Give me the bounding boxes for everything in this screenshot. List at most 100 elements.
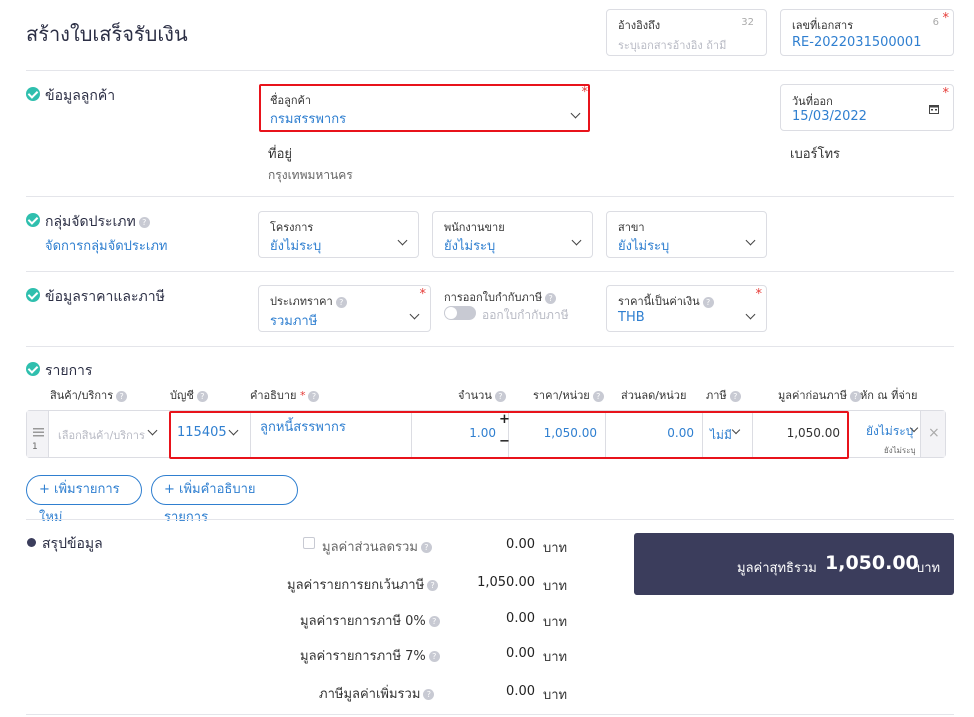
tax-invoice-toggle[interactable] (444, 306, 476, 320)
product-placeholder[interactable]: เลือกสินค้า/บริการ (58, 426, 145, 444)
col-account: บัญชี? (170, 386, 208, 404)
net-total-currency: บาท (916, 561, 941, 576)
doc-number-field[interactable]: เลขที่เอกสาร 6 * RE-2022031500001 (780, 9, 954, 56)
issue-date-field[interactable]: วันที่ออก * 15/03/2022 (780, 84, 954, 131)
project-label: โครงการ (270, 221, 314, 234)
help-icon: ? (196, 390, 208, 402)
currency-unit: บาท (543, 541, 568, 556)
col-qty: จำนวน? (458, 386, 506, 404)
divider (26, 519, 954, 520)
check-icon (26, 288, 40, 302)
currency-value: THB (618, 310, 645, 325)
salesperson-value: ยังไม่ระบุ (444, 239, 496, 254)
remove-row-button[interactable]: × (921, 411, 945, 457)
discount-total-value: 0.00 (506, 537, 535, 552)
currency-unit: บาท (543, 579, 568, 594)
help-icon: ? (420, 542, 432, 553)
divider (26, 70, 954, 71)
reference-field[interactable]: อ้างอิงถึง 32 ระบุเอกสารอ้างอิง ถ้ามี (606, 9, 767, 56)
branch-label: สาขา (618, 221, 645, 234)
plus-icon: + (39, 482, 55, 497)
help-icon: ? (545, 292, 557, 304)
branch-select[interactable]: สาขา ยังไม่ระบุ (606, 211, 767, 258)
plus-icon: + (164, 482, 180, 497)
salesperson-label: พนักงานขาย (444, 221, 505, 234)
currency-unit: บาท (543, 650, 568, 665)
highlight-box (259, 84, 590, 132)
currency-select[interactable]: ราคานี้เป็นค่าเงิน? * THB (606, 285, 767, 332)
col-discount: ส่วนลด/หน่วย (621, 389, 687, 402)
reference-placeholder: ระบุเอกสารอ้างอิง ถ้ามี (618, 39, 727, 52)
help-icon: ? (729, 390, 741, 402)
discount-checkbox[interactable] (303, 537, 315, 549)
help-icon: ? (423, 689, 435, 700)
pricing-section-title: ข้อมูลราคาและภาษี (45, 289, 165, 305)
doc-number-label: เลขที่เอกสาร (792, 19, 854, 32)
branch-value: ยังไม่ระบุ (618, 239, 670, 254)
tax-invoice-label: การออกใบกำกับภาษี? (444, 288, 557, 306)
divider (26, 714, 954, 715)
check-icon (26, 213, 40, 227)
manage-classification-link[interactable]: จัดการกลุ่มจัดประเภท (45, 235, 167, 256)
help-icon: ? (427, 580, 439, 591)
drag-handle[interactable]: 1 (27, 411, 49, 457)
highlight-box (169, 411, 849, 459)
issue-date-value: 15/03/2022 (792, 109, 867, 124)
salesperson-select[interactable]: พนักงานขาย ยังไม่ระบุ (432, 211, 593, 258)
required-mark: * (419, 287, 427, 302)
help-icon: ? (428, 616, 440, 627)
phone-label: เบอร์โทร (790, 147, 841, 162)
exempt-value: 1,050.00 (477, 575, 535, 590)
row-index: 1 (32, 442, 38, 452)
add-item-button[interactable]: + เพิ่มรายการใหม่ (26, 475, 142, 525)
doc-number-value: RE-2022031500001 (792, 35, 922, 50)
help-icon: ? (116, 390, 128, 402)
col-unit-price: ราคา/หน่วย? (533, 386, 604, 404)
wht-select[interactable]: ยังไม่ระบุ (866, 422, 913, 441)
doc-number-counter: 6 (932, 17, 939, 28)
chevron-down-icon (571, 235, 582, 246)
help-icon: ? (428, 651, 440, 662)
help-icon: ? (308, 390, 320, 402)
price-type-label: ประเภทราคา? (270, 292, 347, 310)
chevron-down-icon (745, 309, 756, 320)
wht-sub-value: ยังไม่ระบุ (884, 446, 916, 455)
help-icon: ? (335, 296, 347, 308)
address-value: กรุงเทพมหานคร (268, 168, 353, 182)
vat7-value: 0.00 (506, 646, 535, 661)
divider (26, 271, 954, 272)
address-label: ที่อยู่ (268, 147, 292, 162)
customer-section-title: ข้อมูลลูกค้า (45, 88, 116, 104)
vat0-label: มูลค่ารายการภาษี 0%? (300, 610, 440, 631)
discount-total-label: มูลค่าส่วนลดรวม? (322, 536, 432, 557)
receipt-form: สร้างใบเสร็จรับเงิน อ้างอิงถึง 32 ระบุเอ… (0, 0, 974, 717)
exempt-label: มูลค่ารายการยกเว้นภาษี? (287, 574, 439, 595)
close-icon: × (928, 425, 940, 441)
reference-label: อ้างอิงถึง (618, 19, 661, 32)
col-vat: ภาษี? (706, 386, 741, 404)
summary-section-title: สรุปข้อมูล (42, 536, 103, 552)
classification-section-title: กลุ่มจัดประเภท? (45, 211, 150, 233)
price-type-select[interactable]: ประเภทราคา? * รวมภาษี (258, 285, 431, 332)
vat-total-value: 0.00 (506, 684, 535, 699)
chevron-down-icon (397, 235, 408, 246)
help-icon: ? (138, 216, 150, 228)
net-total-value: 1,050.00 (825, 552, 919, 574)
add-description-button[interactable]: + เพิ่มคำอธิบายรายการ (151, 475, 298, 525)
price-type-value: รวมภาษี (270, 314, 318, 329)
project-select[interactable]: โครงการ ยังไม่ระบุ (258, 211, 419, 258)
required-mark: * (942, 11, 950, 26)
required-mark: * (755, 287, 763, 302)
tax-invoice-toggle-label: ออกใบกำกับภาษี (482, 308, 569, 322)
bullet-icon (27, 538, 36, 547)
currency-label: ราคานี้เป็นค่าเงิน? (618, 292, 714, 310)
net-total-label: มูลค่าสุทธิรวม (737, 561, 817, 576)
project-value: ยังไม่ระบุ (270, 239, 322, 254)
issue-date-label: วันที่ออก (792, 95, 833, 108)
help-icon: ? (592, 390, 604, 402)
help-icon: ? (702, 296, 714, 308)
currency-unit: บาท (543, 615, 568, 630)
col-product: สินค้า/บริการ? (50, 386, 128, 404)
col-wht: หัก ณ ที่จ่าย (860, 389, 918, 402)
col-pretax: มูลค่าก่อนภาษี? (778, 386, 861, 404)
